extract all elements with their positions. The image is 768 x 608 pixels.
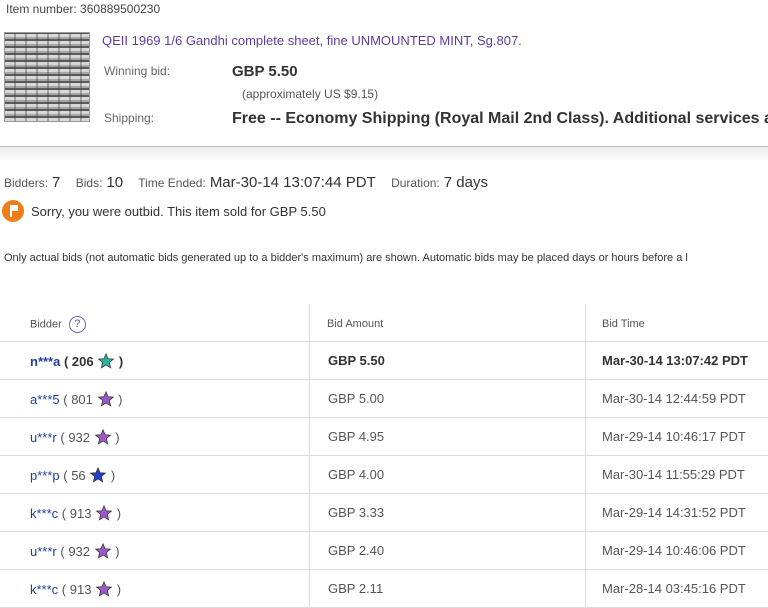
bidder-cell: n***a ( 206 ) [30,353,124,369]
bid-time-cell: Mar-29-14 14:31:52 PDT [602,505,746,520]
winning-bid-value: GBP 5.50 [232,63,298,80]
bid-amount-cell: GBP 5.50 [328,353,385,368]
bid-time-cell: Mar-28-14 03:45:16 PDT [602,581,746,596]
bidder-cell: k***c ( 913 ) [30,581,122,597]
feedback-score: 932 [68,544,91,559]
bidder-column-header: Bidder ? [30,316,86,333]
table-row: k***c ( 913 ) GBP 3.33 Mar-29-14 14:31:52 … [0,494,768,532]
feedback-star-icon[interactable] [94,543,111,559]
bid-amount-cell: GBP 4.95 [328,429,385,444]
approx-usd: (approximately US $9.15) [242,87,379,101]
bid-amount-cell: GBP 4.00 [328,467,385,482]
duration-value: 7 days [443,174,488,191]
bid-time-cell: Mar-30-14 13:07:42 PDT [602,353,748,368]
bid-amount-cell: GBP 3.33 [328,505,385,520]
bidder-cell: u***r ( 932 ) [30,543,120,559]
feedback-star-icon[interactable] [96,581,113,597]
bid-history-note: Only actual bids (not automatic bids gen… [4,252,688,264]
bidder-name-link[interactable]: u***r [30,544,57,559]
bidder-cell: k***c ( 913 ) [30,505,122,521]
item-number-value: 360889500230 [80,2,161,16]
bids-label: Bids: [75,176,103,190]
feedback-star-icon[interactable] [94,429,111,445]
help-icon[interactable]: ? [68,316,86,333]
status-message: Sorry, you were outbid. This item sold f… [31,204,326,219]
bidder-cell: p***p ( 56 ) [30,467,116,483]
table-row: a***5 ( 801 ) GBP 5.00 Mar-30-14 12:44:59 … [0,380,768,418]
table-row: u***r ( 932 ) GBP 2.40 Mar-29-14 10:46:06 … [0,532,768,570]
feedback-star-icon[interactable] [97,391,114,407]
bid-time-column-header: Bid Time [602,318,645,330]
bid-amount-cell: GBP 2.11 [328,581,384,596]
bid-amount-cell: GBP 5.00 [328,391,385,406]
winning-bid-label: Winning bid: [104,64,171,78]
bidder-cell: u***r ( 932 ) [30,429,120,445]
flag-icon [2,200,24,222]
table-row: k***c ( 913 ) GBP 2.11 Mar-28-14 03:45:16 … [0,570,768,608]
bid-time-cell: Mar-29-14 10:46:17 PDT [602,429,746,444]
bid-time-cell: Mar-29-14 10:46:06 PDT [602,543,746,558]
bid-amount-cell: GBP 2.40 [328,543,385,558]
item-number: Item number: 360889500230 [6,2,160,16]
bidders-count: 7 [52,174,61,191]
item-thumbnail[interactable] [4,32,90,122]
bidder-cell: a***5 ( 801 ) [30,391,123,407]
table-body: n***a ( 206 ) GBP 5.50 Mar-30-14 13:07:42 … [0,342,768,608]
feedback-star-icon[interactable] [90,467,107,483]
bid-time-cell: Mar-30-14 11:55:29 PDT [602,467,745,482]
feedback-score: 913 [69,582,92,597]
feedback-score: 801 [71,392,93,407]
table-row: u***r ( 932 ) GBP 4.95 Mar-29-14 10:46:17 … [0,418,768,456]
bidder-name-link[interactable]: u***r [30,430,57,445]
table-row: n***a ( 206 ) GBP 5.50 Mar-30-14 13:07:42 … [0,342,768,380]
bidder-name-link[interactable]: k***c [30,582,58,597]
bid-history-table: Bidder ? Bid Amount Bid Time n***a ( 206… [0,304,768,608]
auction-stats: Bidders: 7 Bids: 10 Time Ended: Mar-30-14 1… [4,174,500,191]
feedback-score: 206 [71,354,94,369]
feedback-score: 913 [69,506,92,521]
bidder-name-link[interactable]: k***c [30,506,58,521]
feedback-star-icon[interactable] [98,353,115,369]
shipping-value: Free -- Economy Shipping (Royal Mail 2nd… [232,110,768,127]
item-title-link[interactable]: QEII 1969 1/6 Gandhi complete sheet, fin… [102,33,522,48]
feedback-score: 932 [68,430,91,445]
section-divider [0,146,768,160]
shipping-label: Shipping: [104,111,155,125]
bidder-name-link[interactable]: n***a [30,354,60,369]
feedback-star-icon[interactable] [96,505,113,521]
bid-amount-column-header: Bid Amount [327,318,384,330]
bidders-label: Bidders: [4,176,49,190]
duration-label: Duration: [391,176,440,190]
item-number-label: Item number: [6,2,77,16]
bidder-name-link[interactable]: a***5 [30,392,60,407]
bid-time-cell: Mar-30-14 12:44:59 PDT [602,391,746,406]
time-ended-label: Time Ended: [138,176,206,190]
bidder-header-label: Bidder [30,318,62,331]
time-ended-value: Mar-30-14 13:07:44 PDT [209,174,376,191]
table-row: p***p ( 56 ) GBP 4.00 Mar-30-14 11:55:29 P… [0,456,768,494]
table-header: Bidder ? Bid Amount Bid Time [0,304,768,342]
bidder-name-link[interactable]: p***p [30,468,60,483]
feedback-score: 56 [71,468,86,483]
bids-count: 10 [106,174,124,191]
